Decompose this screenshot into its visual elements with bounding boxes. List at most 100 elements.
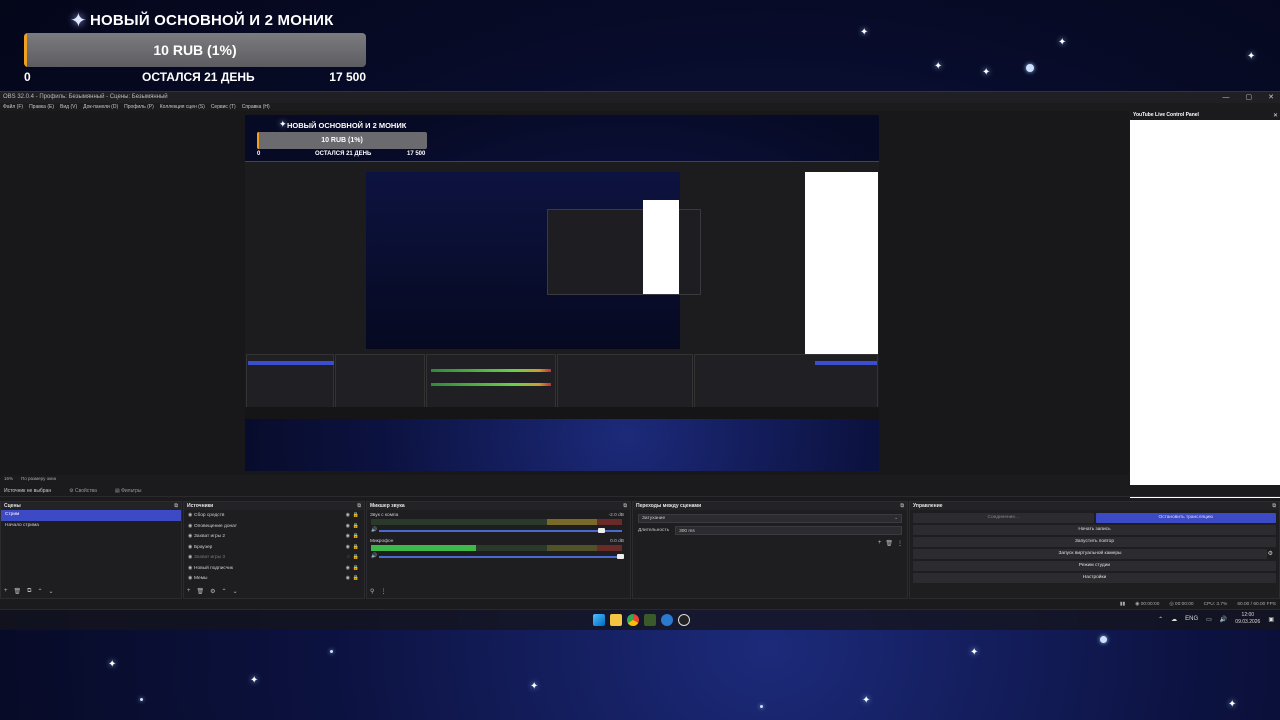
- menu-edit[interactable]: Правка (E): [29, 103, 54, 111]
- windows-start-icon[interactable]: [593, 614, 605, 626]
- gear-icon[interactable]: ⚙: [1268, 549, 1273, 559]
- eye-icon[interactable]: ◉: [346, 531, 350, 542]
- dock-float-icon[interactable]: ⧉: [623, 502, 627, 510]
- youtube-control-panel-dock: YouTube Live Control Panel ✕: [1129, 111, 1280, 499]
- menu-profile[interactable]: Профиль (P): [124, 103, 154, 111]
- maximize-button[interactable]: ▢: [1246, 92, 1253, 103]
- eye-icon[interactable]: ◉: [346, 573, 350, 584]
- settings-button[interactable]: Настройки: [913, 573, 1276, 583]
- close-button[interactable]: ✕: [1268, 92, 1274, 103]
- clock[interactable]: 12:00 09.03.2026: [1235, 612, 1260, 626]
- meter-warning-zone: [546, 519, 597, 525]
- source-item[interactable]: ◉ Новый подписчик ◉ 🔒: [184, 563, 364, 574]
- volume-slider-handle[interactable]: [597, 528, 605, 533]
- language-indicator[interactable]: ENG: [1185, 616, 1198, 622]
- gear-icon[interactable]: ⚙: [210, 588, 215, 595]
- notifications-icon[interactable]: ▣: [1268, 616, 1274, 623]
- chevron-up-icon[interactable]: ⌃: [1158, 616, 1163, 623]
- lock-icon[interactable]: 🔒: [353, 531, 359, 542]
- trash-icon[interactable]: 🗑: [14, 588, 22, 595]
- volume-slider[interactable]: [379, 530, 622, 532]
- volume-slider[interactable]: [379, 556, 622, 558]
- dock-float-icon[interactable]: ⧉: [174, 502, 178, 510]
- window-titlebar[interactable]: OBS 32.0.4 - Профиль: Безымянный - Сцены…: [0, 92, 1280, 103]
- cloud-icon[interactable]: ☁: [1171, 616, 1177, 623]
- source-item[interactable]: ◉ Мемы ◉ 🔒: [184, 573, 364, 584]
- menu-view[interactable]: Вид (V): [60, 103, 77, 111]
- scene-item[interactable]: Стрим: [1, 510, 181, 521]
- preview-canvas[interactable]: ✦ НОВЫЙ ОСНОВНОЙ И 2 МОНИК 10 RUB (1%) 0…: [245, 115, 879, 471]
- close-icon[interactable]: ✕: [1273, 112, 1278, 119]
- preview-area[interactable]: ✦ НОВЫЙ ОСНОВНОЙ И 2 МОНИК 10 RUB (1%) 0…: [0, 111, 1129, 475]
- zoom-fit-select[interactable]: По размеру окна: [21, 475, 56, 483]
- lock-icon[interactable]: 🔒: [353, 563, 359, 574]
- dock-float-icon[interactable]: ⧉: [357, 502, 361, 510]
- chrome-icon[interactable]: [627, 614, 639, 626]
- lock-icon[interactable]: 🔒: [353, 552, 359, 563]
- move-up-icon[interactable]: ⌃: [222, 588, 227, 595]
- network-icon[interactable]: ▭: [1206, 616, 1212, 623]
- move-down-icon[interactable]: ⌄: [48, 588, 53, 595]
- properties-button[interactable]: ⚙ Свойства: [69, 485, 97, 496]
- game-icon[interactable]: [644, 614, 656, 626]
- add-icon[interactable]: +: [187, 588, 191, 595]
- add-icon[interactable]: +: [878, 540, 882, 547]
- menu-scene-collection[interactable]: Коллекция сцен (S): [160, 103, 205, 111]
- menu-file[interactable]: Файл (F): [3, 103, 23, 111]
- eye-icon[interactable]: ◉: [346, 563, 350, 574]
- minimize-button[interactable]: —: [1223, 92, 1230, 103]
- source-item[interactable]: ◉ Браузер ◉ 🔒: [184, 542, 364, 553]
- volume-icon[interactable]: 🔊: [1220, 616, 1227, 623]
- lock-icon[interactable]: 🔒: [353, 521, 359, 532]
- stop-stream-button[interactable]: Остановить трансляцию: [1095, 513, 1276, 523]
- duration-input[interactable]: 300 ms: [675, 526, 902, 535]
- source-item[interactable]: ◉ Захват игры 3 ◌ 🔒: [184, 552, 364, 563]
- menu-docks[interactable]: Док-панели (D): [83, 103, 118, 111]
- transition-select[interactable]: Затухание ⌄: [638, 514, 902, 523]
- source-item[interactable]: ◉ Захват игры 2 ◉ 🔒: [184, 531, 364, 542]
- move-down-icon[interactable]: ⌄: [233, 588, 238, 595]
- audio-mixer-dock: Микшер звука ⧉ Звук с компа -2.0 dB 🔊 Мик…: [366, 501, 631, 599]
- start-replay-button[interactable]: Запустить повтор: [913, 537, 1276, 547]
- scene-item[interactable]: Начало стрима: [1, 521, 181, 532]
- filter-icon[interactable]: ⧉: [27, 588, 31, 595]
- dock-title: YouTube Live Control Panel: [1133, 112, 1199, 118]
- star-dot: [1100, 636, 1107, 643]
- move-up-icon[interactable]: ⌃: [37, 588, 42, 595]
- lock-icon[interactable]: 🔒: [353, 573, 359, 584]
- menu-help[interactable]: Справка (H): [242, 103, 270, 111]
- eye-icon[interactable]: ◉: [346, 510, 350, 521]
- speaker-icon[interactable]: 🔊: [371, 553, 377, 559]
- lock-icon[interactable]: 🔒: [353, 542, 359, 553]
- dock-browser-content[interactable]: [1130, 120, 1280, 498]
- dock-float-icon[interactable]: ⧉: [900, 502, 904, 510]
- file-explorer-icon[interactable]: [610, 614, 622, 626]
- obs-icon[interactable]: [678, 614, 690, 626]
- more-icon[interactable]: ⋮: [897, 540, 903, 547]
- speaker-icon[interactable]: 🔊: [371, 527, 377, 533]
- eye-hidden-icon[interactable]: ◌: [347, 552, 350, 563]
- zoom-level[interactable]: 16%: [4, 475, 13, 483]
- source-item[interactable]: ◉ Оповещение донат ◉ 🔒: [184, 521, 364, 532]
- browser-icon[interactable]: [661, 614, 673, 626]
- lock-icon[interactable]: 🔒: [353, 510, 359, 521]
- menu-tools[interactable]: Сервис (T): [211, 103, 236, 111]
- scenes-header: Сцены ⧉: [1, 502, 181, 510]
- channel-name: Звук с компа: [370, 513, 399, 518]
- source-item[interactable]: ◉ Сбор средств ◉ 🔒: [184, 510, 364, 521]
- dock-float-icon[interactable]: ⧉: [1272, 502, 1276, 510]
- eye-icon[interactable]: ◉: [346, 542, 350, 553]
- eye-icon[interactable]: ◉: [346, 521, 350, 532]
- chevron-down-icon: ⌄: [893, 516, 898, 521]
- studio-mode-button[interactable]: Режим студии: [913, 561, 1276, 571]
- obs-window: OBS 32.0.4 - Профиль: Безымянный - Сцены…: [0, 91, 1280, 610]
- volume-slider-handle[interactable]: [617, 554, 624, 559]
- trash-icon[interactable]: 🗑: [885, 540, 893, 547]
- virtual-camera-button[interactable]: Запуск виртуальной камеры ⚙: [913, 549, 1273, 559]
- trash-icon[interactable]: 🗑: [197, 588, 205, 595]
- more-icon[interactable]: ⋮: [380, 588, 386, 595]
- add-icon[interactable]: +: [4, 588, 8, 595]
- start-recording-button[interactable]: Начать запись: [913, 525, 1276, 535]
- link-icon[interactable]: ⚲: [370, 588, 374, 595]
- filters-button[interactable]: ▤ Фильтры: [115, 485, 142, 496]
